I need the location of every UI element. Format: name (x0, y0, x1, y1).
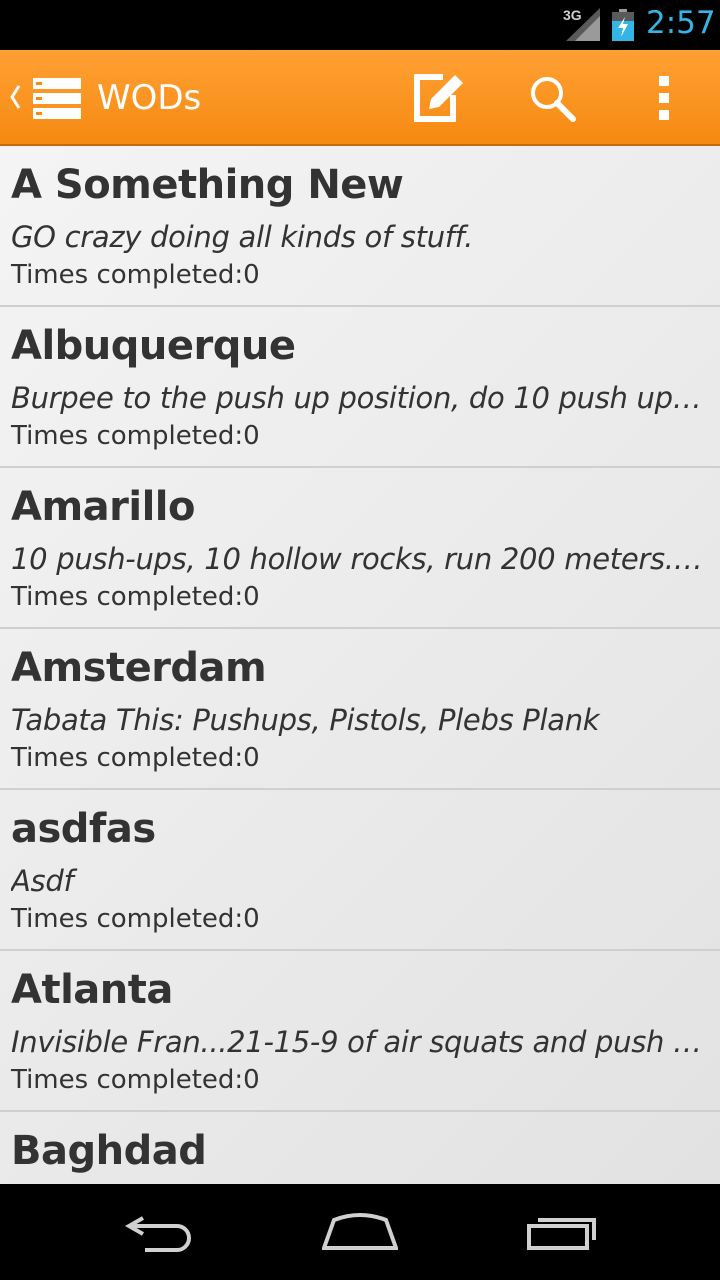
wod-times-completed: Times completed:0 (11, 904, 260, 934)
wod-times-completed: Times completed:0 (11, 1065, 260, 1095)
wod-description: 10 push-ups, 10 hollow rocks, run 200 me… (11, 542, 711, 576)
back-button[interactable] (110, 1204, 210, 1260)
navigation-bar (0, 1184, 720, 1280)
more-vert-icon (659, 76, 669, 120)
wod-times-completed: Times completed:0 (11, 260, 260, 290)
home-icon (322, 1213, 398, 1250)
wod-name: A Something New (11, 162, 404, 208)
up-caret-icon[interactable] (8, 82, 22, 112)
battery-charging-icon (612, 9, 634, 41)
signal-icon (566, 8, 600, 41)
wod-name: Amarillo (11, 484, 195, 530)
search-button[interactable] (522, 68, 582, 128)
wod-name: Albuquerque (11, 323, 296, 369)
wod-name: asdfas (11, 806, 156, 852)
wod-description: Tabata This: Pushups, Pistols, Plebs Pla… (11, 703, 600, 737)
wod-times-completed: Times completed:0 (11, 743, 260, 773)
search-icon (531, 77, 576, 122)
wod-description: Burpee to the push up position, do 10 pu… (11, 381, 711, 415)
back-arrow-icon (125, 1216, 191, 1252)
wod-name: Amsterdam (11, 645, 267, 691)
list-item[interactable]: asdfas Asdf Times completed:0 (0, 790, 720, 951)
wod-times-completed: Times completed:0 (11, 582, 260, 612)
overflow-menu-button[interactable] (634, 68, 694, 128)
wod-list[interactable]: A Something New GO crazy doing all kinds… (0, 146, 720, 1184)
new-wod-button[interactable] (408, 68, 468, 128)
wod-name: Baghdad (11, 1128, 207, 1174)
list-item[interactable]: Albuquerque Burpee to the push up positi… (0, 307, 720, 468)
list-app-icon[interactable] (33, 78, 81, 120)
page-title: WODs (97, 78, 202, 118)
home-button[interactable] (310, 1204, 410, 1260)
status-bar: 3G 2:57 (0, 0, 720, 50)
wod-description: Invisible Fran...21-15-9 of air squats a… (11, 1025, 711, 1059)
recent-apps-icon (527, 1218, 596, 1250)
recents-button[interactable] (512, 1204, 612, 1260)
list-item[interactable]: Amarillo 10 push-ups, 10 hollow rocks, r… (0, 468, 720, 629)
edit-icon (414, 74, 463, 122)
action-bar: WODs (0, 50, 720, 146)
list-item[interactable]: Baghdad (0, 1112, 720, 1184)
wod-description: Asdf (11, 864, 74, 898)
list-item[interactable]: Amsterdam Tabata This: Pushups, Pistols,… (0, 629, 720, 790)
wod-times-completed: Times completed:0 (11, 421, 260, 451)
list-item[interactable]: A Something New GO crazy doing all kinds… (0, 146, 720, 307)
clock: 2:57 (646, 5, 716, 41)
wod-description: GO crazy doing all kinds of stuff. (11, 220, 473, 254)
wod-name: Atlanta (11, 967, 173, 1013)
list-item[interactable]: Atlanta Invisible Fran...21-15-9 of air … (0, 951, 720, 1112)
